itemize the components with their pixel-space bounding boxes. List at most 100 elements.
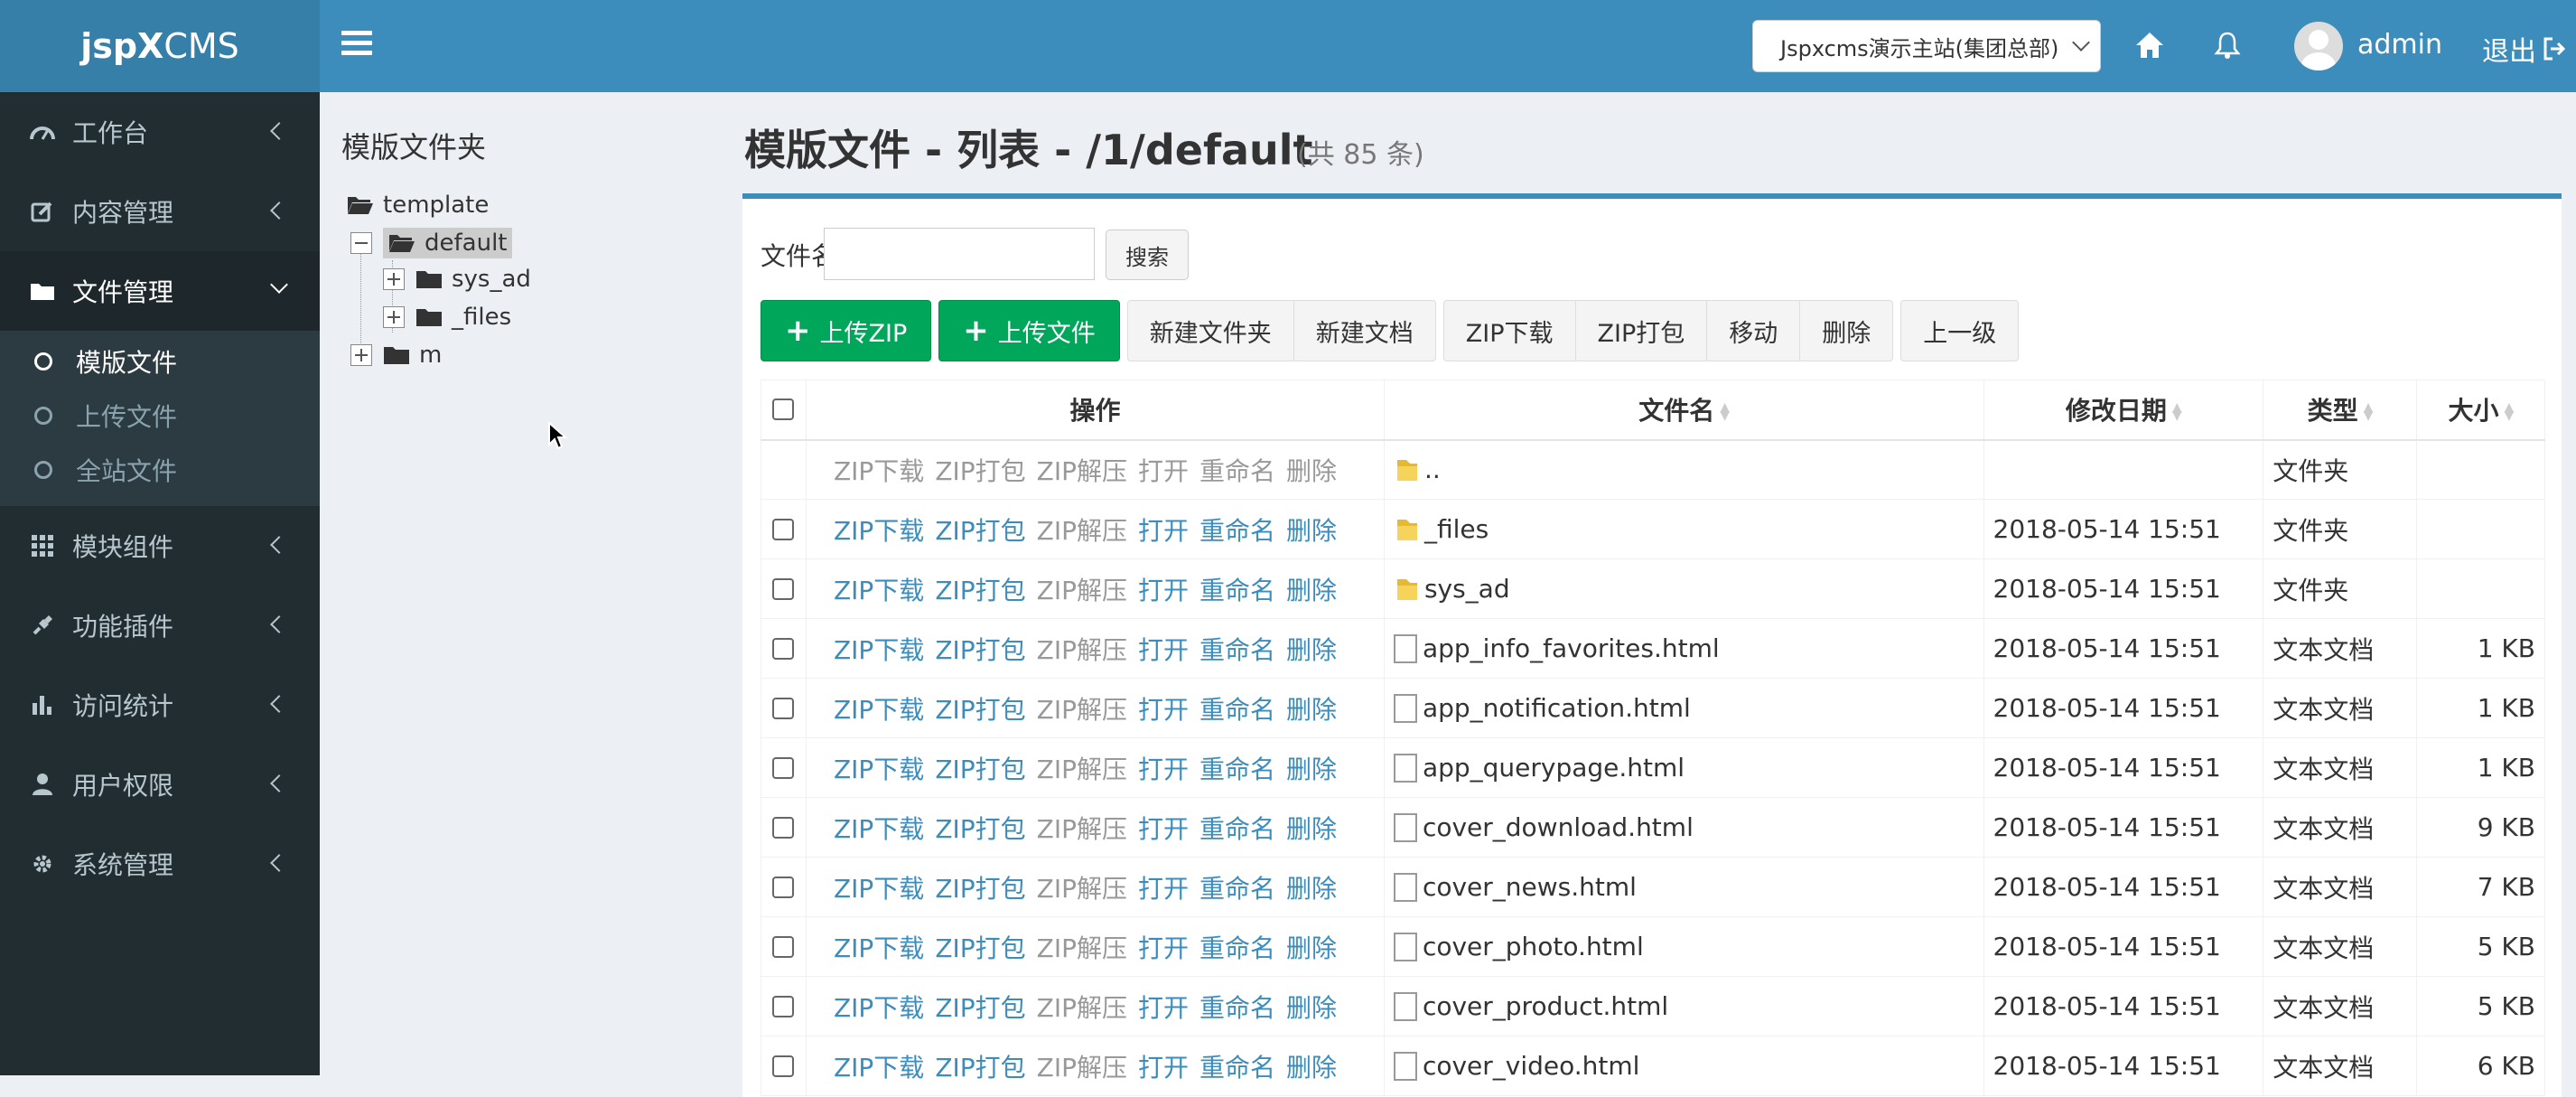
site-select[interactable]: Jspxcms演示主站(集团总部)	[1752, 20, 2101, 72]
zip-download-button[interactable]: ZIP下载	[1442, 300, 1576, 361]
sidebar-toggle-icon[interactable]	[341, 31, 372, 58]
row-checkbox[interactable]	[772, 816, 795, 839]
open-link[interactable]: 打开	[1138, 635, 1189, 665]
zip-pack-link[interactable]: ZIP打包	[935, 695, 1025, 725]
rename-link[interactable]: 重命名	[1199, 993, 1275, 1023]
delete-link[interactable]: 删除	[1286, 874, 1337, 904]
collapse-icon[interactable]	[350, 232, 372, 254]
tree-node-template[interactable]: template	[347, 192, 489, 219]
select-all-checkbox[interactable]	[772, 398, 795, 421]
row-checkbox[interactable]	[772, 577, 795, 600]
rename-link[interactable]: 重命名	[1199, 814, 1275, 844]
open-link[interactable]: 打开	[1138, 874, 1189, 904]
sidebar-item-users[interactable]: 用户权限	[0, 745, 320, 824]
file-name-cell[interactable]: cover_video.html	[1383, 1036, 1984, 1096]
row-checkbox[interactable]	[772, 756, 795, 779]
file-name-cell[interactable]: app_querypage.html	[1383, 737, 1984, 798]
tree-node-default[interactable]: default	[350, 228, 513, 258]
rename-link[interactable]: 重命名	[1199, 1053, 1275, 1083]
file-name-cell[interactable]: app_info_favorites.html	[1383, 618, 1984, 679]
filename-search-input[interactable]	[824, 228, 1095, 280]
submenu-item-site-files[interactable]: 全站文件	[0, 443, 320, 497]
delete-link[interactable]: 删除	[1286, 576, 1337, 605]
column-header-type[interactable]: 类型 ▲ ▼	[2263, 380, 2418, 441]
zip-pack-link[interactable]: ZIP打包	[935, 755, 1025, 784]
file-name-cell[interactable]: sys_ad	[1383, 558, 1984, 619]
open-link[interactable]: 打开	[1138, 1053, 1189, 1083]
zip-pack-link[interactable]: ZIP打包	[935, 635, 1025, 665]
open-link[interactable]: 打开	[1138, 576, 1189, 605]
column-header-date[interactable]: 修改日期 ▲ ▼	[1983, 380, 2264, 441]
tree-node-m[interactable]: m	[350, 342, 442, 369]
expand-icon[interactable]	[383, 306, 405, 328]
row-checkbox[interactable]	[772, 1055, 795, 1077]
user-name[interactable]: admin	[2357, 29, 2442, 61]
rename-link[interactable]: 重命名	[1199, 874, 1275, 904]
delete-link[interactable]: 删除	[1286, 993, 1337, 1023]
expand-icon[interactable]	[383, 268, 405, 290]
bell-icon[interactable]	[2209, 25, 2245, 65]
row-checkbox[interactable]	[772, 637, 795, 660]
logo[interactable]: jspX CMS	[0, 0, 320, 92]
sidebar-item-content[interactable]: 内容管理	[0, 172, 320, 251]
rename-link[interactable]: 重命名	[1199, 933, 1275, 963]
zip-pack-link[interactable]: ZIP打包	[935, 516, 1025, 546]
file-name-cell[interactable]: ..	[1383, 439, 1984, 500]
avatar[interactable]	[2294, 22, 2343, 70]
delete-button[interactable]: 删除	[1800, 300, 1894, 361]
zip-pack-link[interactable]: ZIP打包	[935, 814, 1025, 844]
zip-pack-button[interactable]: ZIP打包	[1575, 300, 1708, 361]
delete-link[interactable]: 删除	[1286, 755, 1337, 784]
home-icon[interactable]	[2132, 25, 2168, 65]
delete-link[interactable]: 删除	[1286, 516, 1337, 546]
logout-button[interactable]: 退出	[2482, 29, 2567, 69]
open-link[interactable]: 打开	[1138, 933, 1189, 963]
file-name-cell[interactable]: cover_download.html	[1383, 797, 1984, 858]
delete-link[interactable]: 删除	[1286, 695, 1337, 725]
column-header-name[interactable]: 文件名 ▲ ▼	[1383, 380, 1984, 441]
rename-link[interactable]: 重命名	[1199, 635, 1275, 665]
zip-download-link[interactable]: ZIP下载	[834, 695, 924, 725]
row-checkbox[interactable]	[772, 935, 795, 958]
tree-node-files[interactable]: _files	[383, 304, 511, 331]
file-name-cell[interactable]: _files	[1383, 499, 1984, 559]
file-name-cell[interactable]: cover_product.html	[1383, 976, 1984, 1036]
zip-download-link[interactable]: ZIP下载	[834, 576, 924, 605]
zip-download-link[interactable]: ZIP下载	[834, 814, 924, 844]
expand-icon[interactable]	[350, 344, 372, 366]
open-link[interactable]: 打开	[1138, 516, 1189, 546]
zip-pack-link[interactable]: ZIP打包	[935, 576, 1025, 605]
rename-link[interactable]: 重命名	[1199, 576, 1275, 605]
zip-download-link[interactable]: ZIP下载	[834, 755, 924, 784]
column-header-size[interactable]: 大小 ▲ ▼	[2416, 380, 2545, 441]
rename-link[interactable]: 重命名	[1199, 516, 1275, 546]
open-link[interactable]: 打开	[1138, 695, 1189, 725]
file-name-cell[interactable]: cover_photo.html	[1383, 916, 1984, 977]
move-button[interactable]: 移动	[1707, 300, 1801, 361]
tree-node-sys-ad[interactable]: sys_ad	[383, 266, 531, 293]
delete-link[interactable]: 删除	[1286, 933, 1337, 963]
zip-pack-link[interactable]: ZIP打包	[935, 933, 1025, 963]
row-checkbox[interactable]	[772, 876, 795, 898]
zip-pack-link[interactable]: ZIP打包	[935, 874, 1025, 904]
zip-download-link[interactable]: ZIP下载	[834, 516, 924, 546]
sidebar-item-system[interactable]: 系统管理	[0, 824, 320, 904]
open-link[interactable]: 打开	[1138, 993, 1189, 1023]
zip-download-link[interactable]: ZIP下载	[834, 993, 924, 1023]
parent-folder-button[interactable]: 上一级	[1900, 300, 2020, 361]
sidebar-item-modules[interactable]: 模块组件	[0, 506, 320, 586]
file-name-cell[interactable]: app_notification.html	[1383, 678, 1984, 738]
search-button[interactable]: 搜索	[1106, 230, 1189, 280]
file-name-cell[interactable]: cover_news.html	[1383, 857, 1984, 917]
zip-download-link[interactable]: ZIP下载	[834, 933, 924, 963]
sidebar-item-plugins[interactable]: 功能插件	[0, 586, 320, 665]
row-checkbox[interactable]	[772, 995, 795, 1017]
open-link[interactable]: 打开	[1138, 755, 1189, 784]
zip-pack-link[interactable]: ZIP打包	[935, 1053, 1025, 1083]
sidebar-item-dashboard[interactable]: 工作台	[0, 92, 320, 172]
upload-file-button[interactable]: + 上传文件	[938, 300, 1120, 361]
delete-link[interactable]: 删除	[1286, 814, 1337, 844]
sidebar-item-stats[interactable]: 访问统计	[0, 665, 320, 745]
submenu-item-upload-files[interactable]: 上传文件	[0, 389, 320, 443]
row-checkbox[interactable]	[772, 697, 795, 719]
